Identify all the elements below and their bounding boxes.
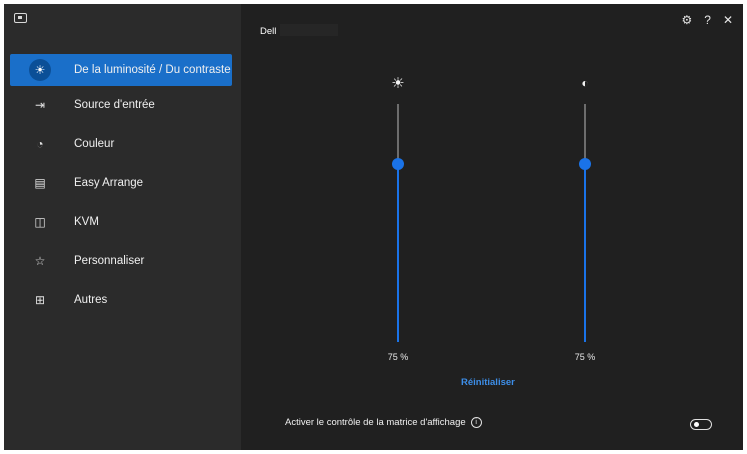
brightness-slider[interactable]: ☀ 75 % — [386, 74, 410, 374]
sidebar-item-label: De la luminosité / Du contraste — [74, 64, 231, 76]
main-panel: Dell ⚙ ? ✕ ☀ 75 % ◐ 75 % Réinitialiser A… — [241, 4, 743, 450]
contrast-icon: ◐ — [581, 76, 589, 90]
sidebar-item-label: Couleur — [74, 138, 115, 150]
sidebar-item-label: Source d'entrée — [74, 99, 155, 111]
toggle-knob — [694, 422, 699, 427]
sidebar-item-label: Autres — [74, 294, 108, 306]
slider-fill — [584, 163, 586, 342]
sidebar-item-color[interactable]: ◔ Couleur — [10, 128, 232, 160]
contrast-value: 75 % — [574, 352, 596, 362]
brightness-value: 75 % — [387, 352, 409, 362]
brightness-icon: ☀ — [391, 75, 405, 92]
close-icon[interactable]: ✕ — [723, 13, 733, 27]
sidebar-item-others[interactable]: ⊞ Autres — [10, 284, 232, 316]
monitor-model-redacted — [280, 24, 338, 36]
matrix-control-toggle[interactable] — [690, 419, 712, 430]
star-icon: ☆ — [34, 254, 46, 268]
kvm-icon: ◫ — [34, 215, 46, 229]
window-controls: ⚙ ? ✕ — [681, 13, 733, 27]
input-source-icon: ⇥ — [34, 98, 46, 112]
slider-fill — [397, 163, 399, 342]
monitor-app-icon — [14, 13, 27, 23]
matrix-control-text: Activer le contrôle de la matrice d'affi… — [285, 417, 466, 429]
sidebar-item-kvm[interactable]: ◫ KVM — [10, 206, 232, 238]
sidebar-item-label: KVM — [74, 216, 99, 228]
color-palette-icon: ◔ — [36, 137, 44, 151]
sidebar-item-input-source[interactable]: ⇥ Source d'entrée — [10, 89, 232, 121]
easy-arrange-icon: ▤ — [34, 176, 46, 190]
matrix-control-label: Activer le contrôle de la matrice d'affi… — [285, 417, 482, 428]
contrast-slider[interactable]: ◐ 75 % — [573, 74, 597, 374]
sidebar: ☀ De la luminosité / Du contraste ⇥ Sour… — [4, 4, 241, 450]
sidebar-item-easy-arrange[interactable]: ▤ Easy Arrange — [10, 167, 232, 199]
settings-icon[interactable]: ⚙ — [681, 13, 692, 27]
help-icon[interactable]: ? — [704, 13, 711, 27]
others-icon: ⊞ — [34, 293, 46, 307]
sidebar-item-personalize[interactable]: ☆ Personnaliser — [10, 245, 232, 277]
slider-thumb[interactable] — [579, 157, 591, 170]
sidebar-item-label: Personnaliser — [74, 255, 145, 267]
info-icon[interactable]: i — [470, 417, 482, 428]
app-window: ☀ De la luminosité / Du contraste ⇥ Sour… — [4, 4, 743, 450]
reset-link[interactable]: Réinitialiser — [461, 377, 515, 388]
sidebar-item-label: Easy Arrange — [74, 177, 144, 189]
sidebar-item-brightness-contrast[interactable]: ☀ De la luminosité / Du contraste — [10, 54, 232, 86]
brightness-icon: ☀ — [29, 59, 51, 81]
slider-thumb[interactable] — [392, 157, 404, 170]
monitor-name: Dell — [260, 26, 277, 37]
